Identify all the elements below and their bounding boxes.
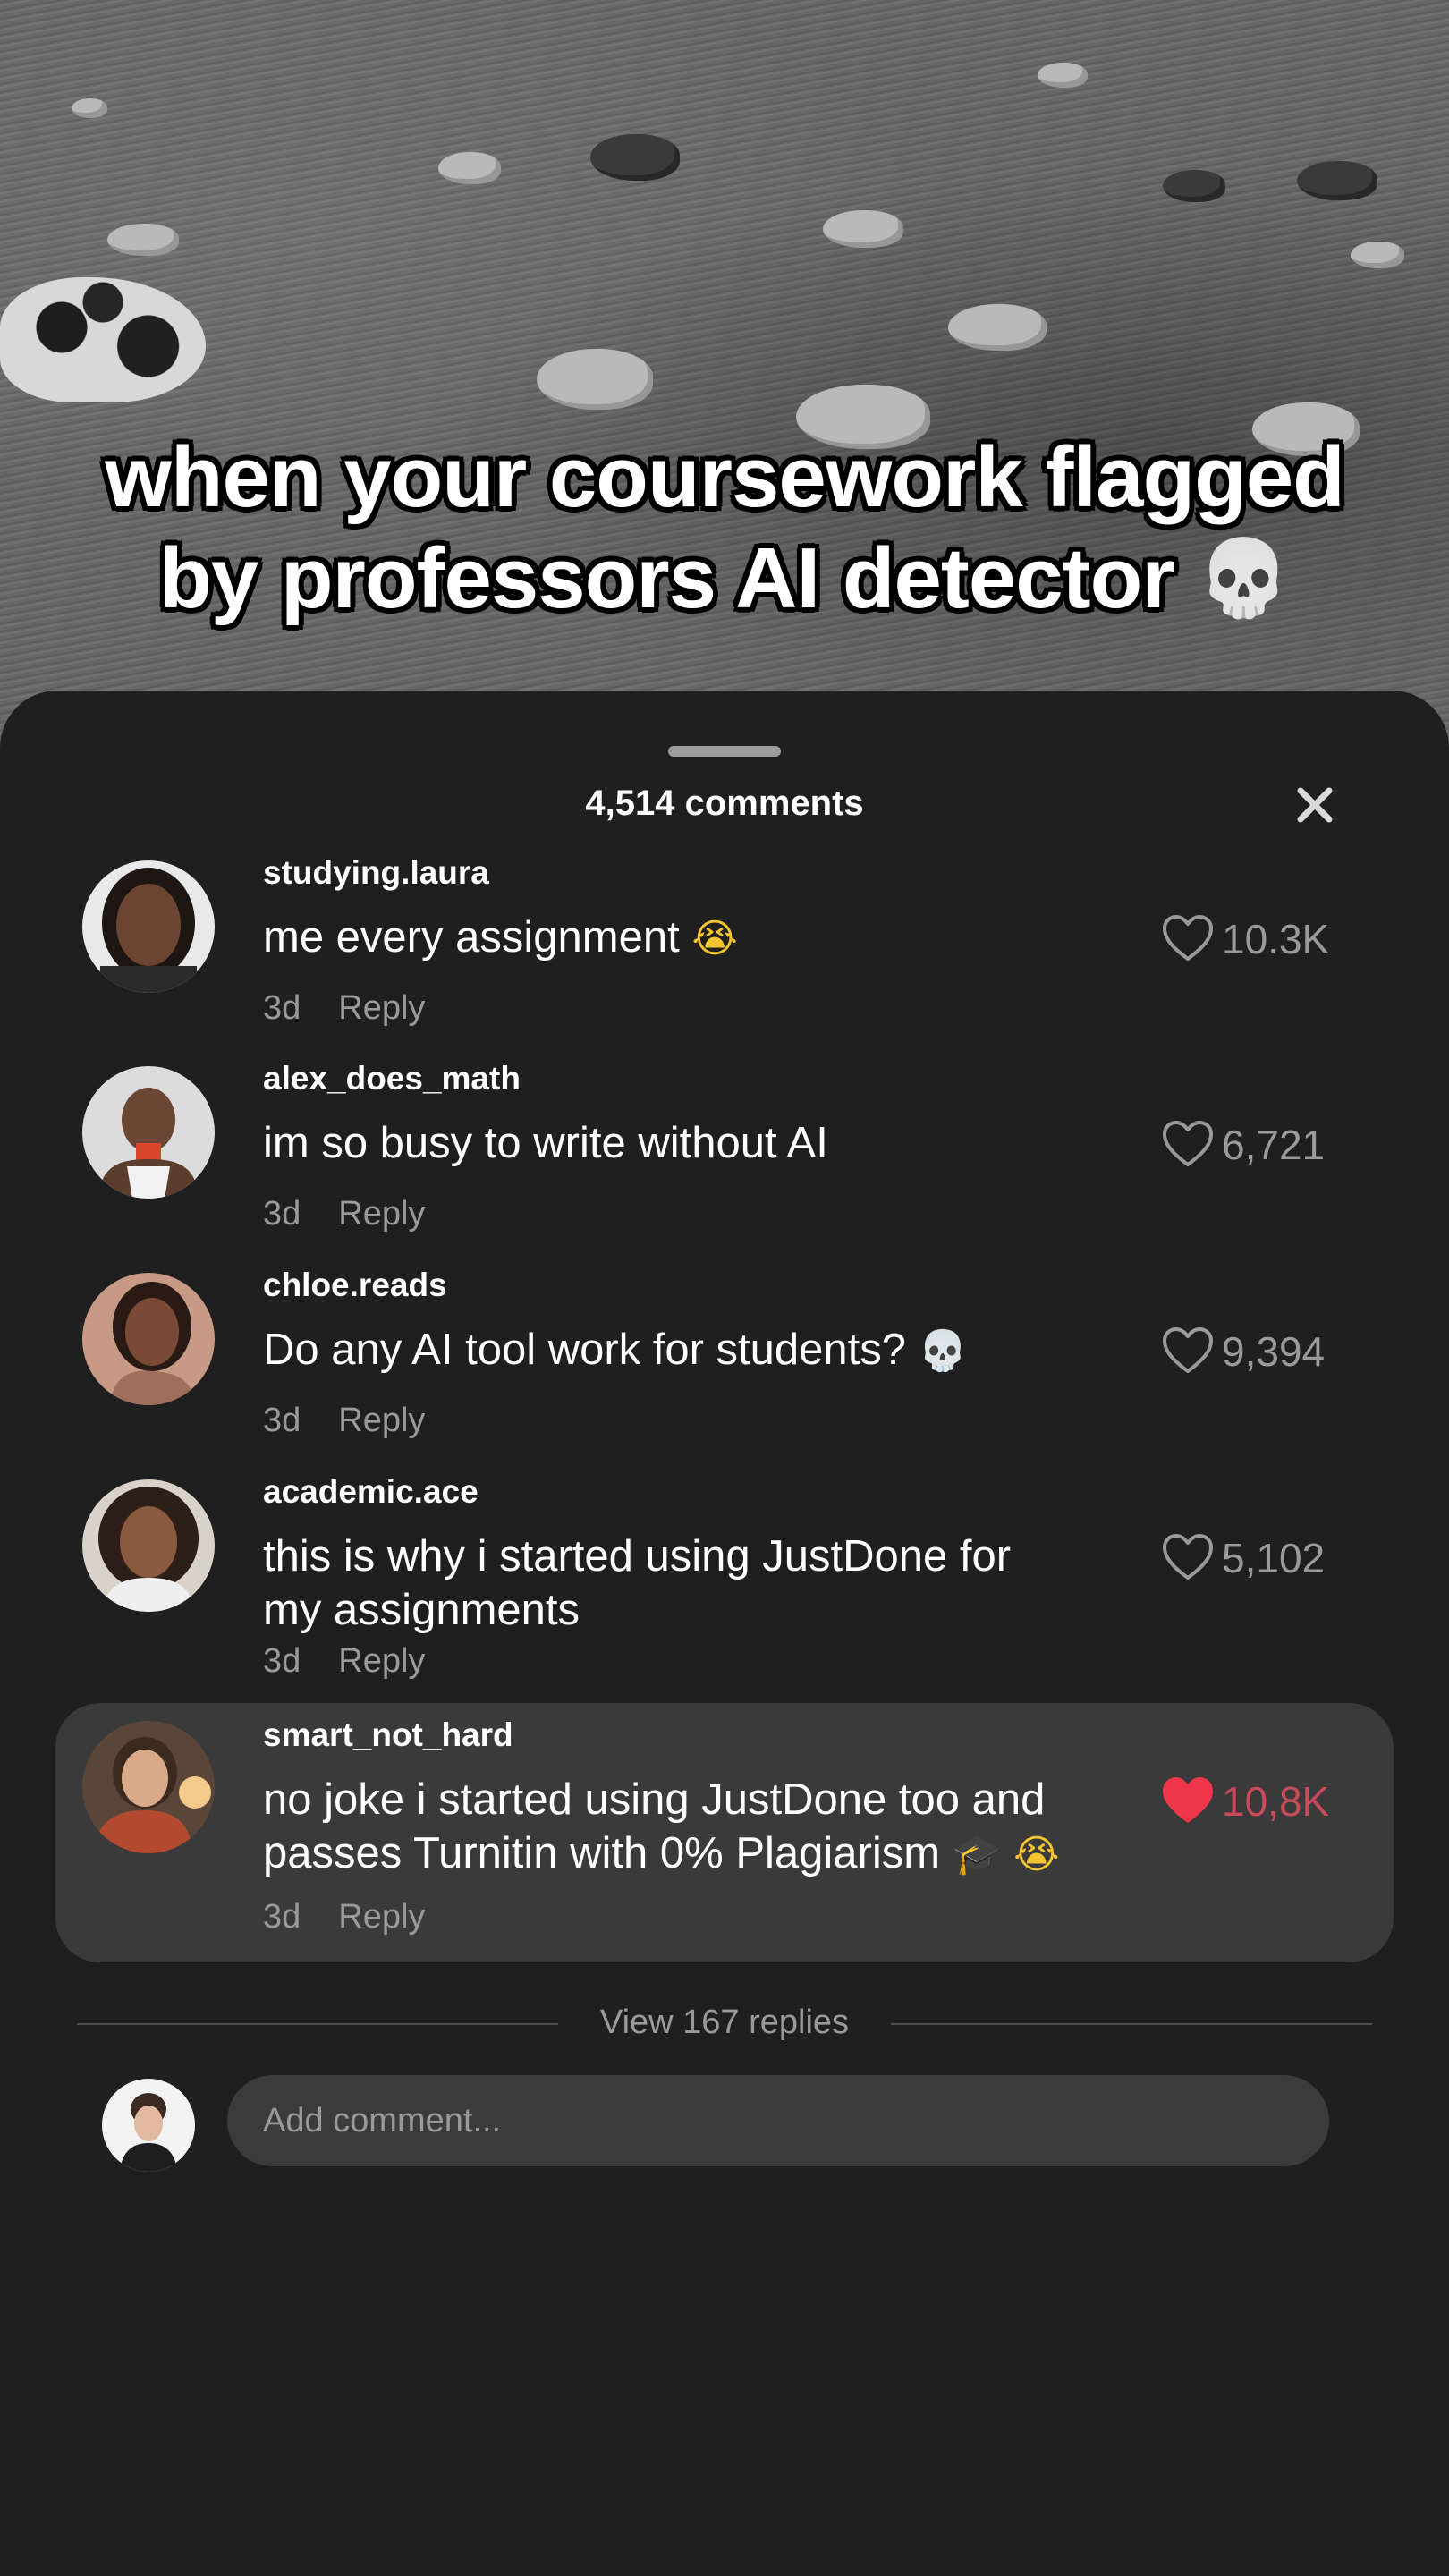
comment-item: chloe.reads Do any AI tool work for stud…: [0, 1264, 1449, 1461]
caption-line-2-text: by professors AI detector: [158, 530, 1176, 628]
video-caption: when your coursework flagged by professo…: [0, 428, 1449, 629]
avatar[interactable]: [82, 860, 215, 993]
heart-outline-icon: [1163, 1534, 1213, 1580]
sheep-shape: [72, 98, 107, 118]
reply-button[interactable]: Reply: [338, 989, 425, 1027]
cow-shape: [0, 277, 206, 402]
sheep-shape: [1351, 242, 1404, 268]
caption-line-1: when your coursework flagged: [104, 428, 1347, 527]
crying-face-icon: 😭: [691, 916, 738, 962]
avatar-image: [82, 1273, 215, 1405]
sheep-shape: [590, 134, 680, 181]
comment-item-highlighted: smart_not_hard no joke i started using J…: [55, 1703, 1394, 1962]
comment-item: alex_does_math im so busy to write witho…: [0, 1057, 1449, 1254]
video-background[interactable]: when your coursework flagged by professo…: [0, 0, 1449, 751]
comment-item: studying.laura me every assignment 😭 3d R…: [0, 852, 1449, 1048]
comment-meta: 3d Reply: [263, 1640, 425, 1682]
avatar-image: [102, 2079, 195, 2172]
add-comment-input[interactable]: [227, 2075, 1329, 2166]
crying-face-icon: 😭: [1013, 1832, 1060, 1877]
avatar-image: [82, 1066, 215, 1199]
like-button[interactable]: 10.3K: [1161, 911, 1329, 968]
like-button[interactable]: 6,721: [1161, 1116, 1325, 1174]
avatar-image: [82, 1479, 215, 1612]
comment-username[interactable]: alex_does_math: [263, 1059, 521, 1098]
avatar[interactable]: [82, 1721, 215, 1853]
close-button[interactable]: [1288, 778, 1342, 832]
comment-text: me every assignment 😭: [263, 911, 1157, 966]
like-count: 10.3K: [1222, 916, 1330, 962]
comment-meta: 3d Reply: [263, 1400, 425, 1441]
comment-meta: 3d Reply: [263, 987, 425, 1029]
comment-age: 3d: [263, 1642, 301, 1680]
avatar-image: [82, 860, 215, 993]
reply-button[interactable]: Reply: [338, 1898, 425, 1936]
sheep-shape: [1297, 161, 1377, 200]
comment-meta: 3d Reply: [263, 1193, 425, 1234]
comment-age: 3d: [263, 1195, 301, 1233]
divider-line: [77, 2023, 558, 2025]
comment-text: no joke i started using JustDone too and…: [263, 1773, 1157, 1882]
sheep-shape: [537, 349, 653, 410]
like-count: 10,8K: [1222, 1778, 1330, 1825]
comment-text-body: Do any AI tool work for students?: [263, 1326, 907, 1374]
comment-text-body: me every assignment: [263, 913, 680, 962]
avatar[interactable]: [82, 1479, 215, 1612]
comment-age: 3d: [263, 989, 301, 1027]
avatar[interactable]: [82, 1066, 215, 1199]
reply-button[interactable]: Reply: [338, 1195, 425, 1233]
sheep-shape: [948, 304, 1046, 351]
comment-username[interactable]: smart_not_hard: [263, 1716, 513, 1755]
skull-emoji-icon: 💀: [1197, 534, 1291, 622]
like-count: 5,102: [1222, 1535, 1326, 1581]
heart-outline-icon: [1163, 1327, 1213, 1373]
avatar-image: [82, 1721, 215, 1853]
sheep-shape: [107, 224, 179, 256]
sheet-drag-handle[interactable]: [668, 746, 781, 757]
comment-age: 3d: [263, 1402, 301, 1439]
comment-username[interactable]: chloe.reads: [263, 1266, 447, 1305]
like-count: 9,394: [1222, 1328, 1326, 1375]
reply-button[interactable]: Reply: [338, 1402, 425, 1439]
comment-text: Do any AI tool work for students? 💀: [263, 1323, 1157, 1378]
close-icon: [1297, 787, 1333, 823]
sheep-shape: [1163, 170, 1225, 202]
comment-age: 3d: [263, 1898, 301, 1936]
comment-text-line-1: no joke i started using JustDone too and: [263, 1775, 1046, 1824]
comment-item: academic.ace this is why i started using…: [0, 1470, 1449, 1685]
heart-outline-icon: [1163, 915, 1213, 961]
comment-text: im so busy to write without AI: [263, 1119, 828, 1167]
current-user-avatar[interactable]: [102, 2079, 195, 2172]
comment-text-line-2: passes Turnitin with 0% Plagiarism: [263, 1829, 941, 1877]
comment-text: this is why i started using JustDone for…: [263, 1532, 1012, 1634]
like-count: 6,721: [1222, 1122, 1326, 1168]
view-replies: View 167 replies: [77, 1996, 1372, 2050]
like-button[interactable]: 10,8K: [1161, 1773, 1329, 1830]
caption-line-2: by professors AI detector 💀: [0, 528, 1449, 629]
like-button[interactable]: 5,102: [1161, 1530, 1325, 1587]
graduation-cap-icon: 🎓: [952, 1832, 1002, 1877]
heart-outline-icon: [1163, 1121, 1213, 1166]
view-replies-button[interactable]: View 167 replies: [558, 2002, 891, 2043]
comments-count-title: 4,514 comments: [585, 784, 864, 823]
skull-icon: 💀: [918, 1328, 968, 1374]
heart-filled-icon: [1163, 1777, 1213, 1823]
comment-username[interactable]: academic.ace: [263, 1472, 479, 1512]
comment-meta: 3d Reply: [263, 1896, 425, 1937]
avatar[interactable]: [82, 1273, 215, 1405]
reply-button[interactable]: Reply: [338, 1642, 425, 1680]
app-screen: when your coursework flagged by professo…: [0, 0, 1449, 2576]
like-button[interactable]: 9,394: [1161, 1323, 1325, 1380]
comment-composer: [0, 2075, 1449, 2174]
sheep-shape: [438, 152, 501, 184]
divider-line: [891, 2023, 1372, 2025]
comment-username[interactable]: studying.laura: [263, 853, 489, 893]
sheep-shape: [823, 210, 903, 248]
comments-sheet: 4,514 comments studying.laura me every a…: [0, 691, 1449, 2576]
sheep-shape: [1038, 63, 1088, 88]
